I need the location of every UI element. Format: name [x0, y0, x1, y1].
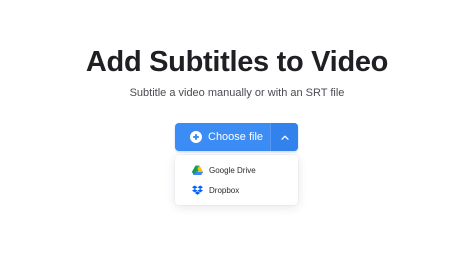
- page: Add Subtitles to Video Subtitle a video …: [0, 0, 474, 260]
- google-drive-icon: [192, 165, 203, 176]
- chevron-up-icon: [280, 135, 289, 140]
- menu-item-label: Google Drive: [209, 165, 256, 175]
- menu-item-label: Dropbox: [209, 185, 240, 195]
- choose-file-button[interactable]: Choose file: [175, 123, 270, 151]
- plus-circle-icon: [190, 131, 202, 143]
- upload-source-toggle-button[interactable]: [270, 123, 298, 151]
- menu-item-google-drive[interactable]: Google Drive: [175, 160, 298, 180]
- page-title: Add Subtitles to Video: [85, 46, 389, 78]
- choose-file-split-button: Choose file: [175, 123, 298, 151]
- dropbox-icon: [192, 184, 203, 196]
- menu-item-dropbox[interactable]: Dropbox: [175, 180, 298, 200]
- upload-source-menu: Google Drive Dropbox: [175, 155, 298, 205]
- page-subtitle: Subtitle a video manually or with an SRT…: [129, 87, 345, 99]
- choose-file-label: Choose file: [208, 131, 264, 143]
